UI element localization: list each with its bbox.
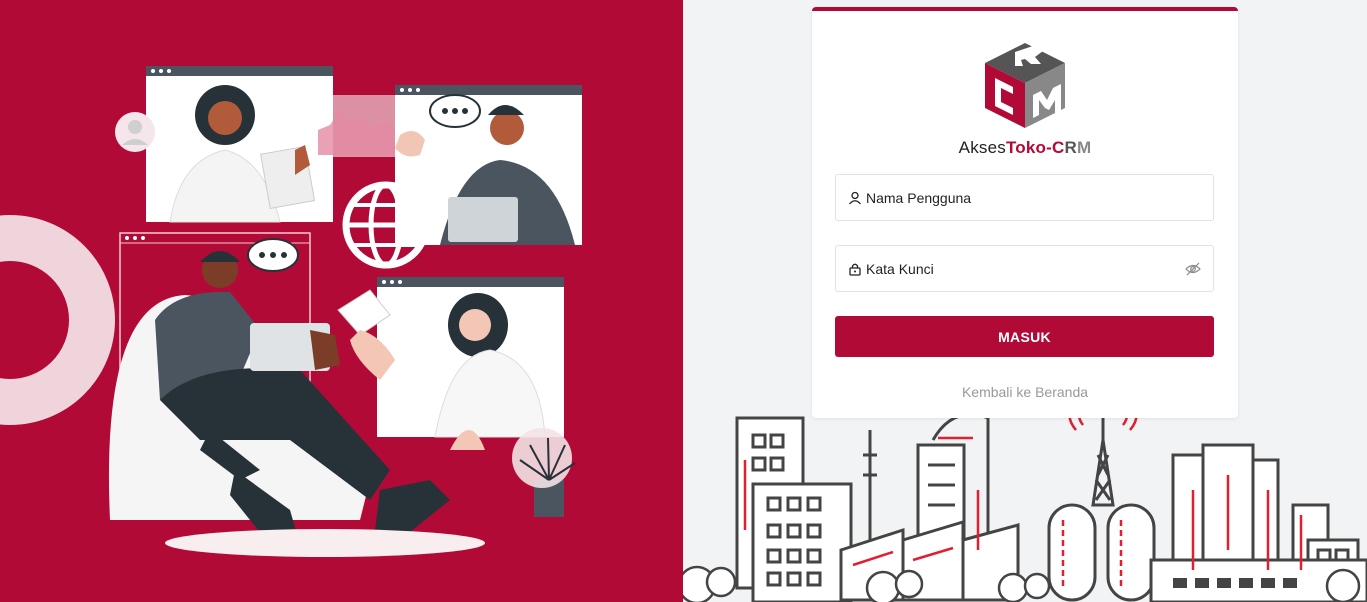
back-to-home-link[interactable]: Kembali ke Beranda bbox=[812, 384, 1238, 400]
brand-title: AksesToko-CRM bbox=[812, 138, 1238, 158]
username-input[interactable] bbox=[866, 189, 1213, 206]
brand-r: R bbox=[1064, 138, 1077, 157]
password-field[interactable] bbox=[835, 245, 1214, 292]
brand-m: M bbox=[1076, 138, 1092, 157]
city-skyline-illustration bbox=[683, 400, 1367, 602]
video-meeting-illustration bbox=[0, 66, 582, 557]
crm-logo bbox=[985, 43, 1065, 128]
password-input[interactable] bbox=[866, 260, 1185, 277]
login-card: AksesToko-CRM MASUK Kembali ke Beranda bbox=[812, 7, 1238, 418]
brand-prefix: Akses bbox=[958, 138, 1006, 157]
brand-toko: Toko- bbox=[1005, 138, 1052, 157]
brand-c: C bbox=[1051, 138, 1065, 157]
lock-icon bbox=[848, 262, 862, 276]
login-panel: AksesToko-CRM MASUK Kembali ke Beranda bbox=[683, 0, 1367, 602]
eye-slash-icon[interactable] bbox=[1185, 262, 1201, 276]
window-woman-bottom bbox=[337, 277, 564, 438]
window-woman-top bbox=[146, 66, 333, 223]
hero-illustration-panel bbox=[0, 0, 683, 602]
window-man-top bbox=[395, 85, 582, 245]
user-icon bbox=[848, 191, 862, 205]
login-button[interactable]: MASUK bbox=[835, 316, 1214, 357]
username-field[interactable] bbox=[835, 174, 1214, 221]
plant-deco bbox=[450, 428, 576, 517]
